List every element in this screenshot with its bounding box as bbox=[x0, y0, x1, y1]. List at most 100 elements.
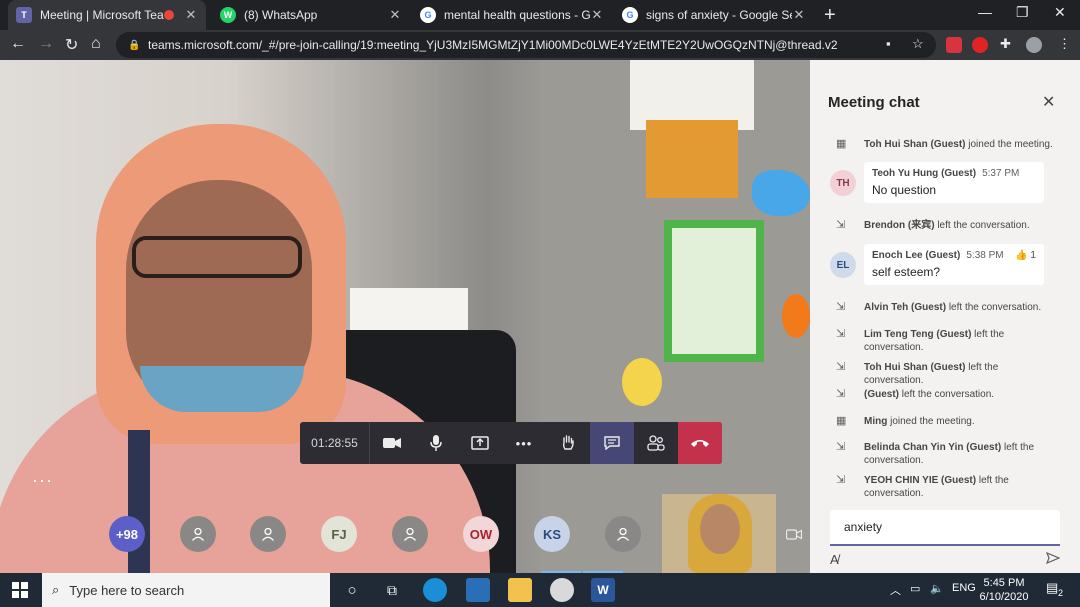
self-video-camera-icon[interactable] bbox=[778, 522, 810, 546]
new-tab-button[interactable]: + bbox=[824, 4, 836, 27]
maximize-icon[interactable]: ❐ bbox=[1016, 4, 1029, 21]
overflow-participants-icon[interactable]: ··· bbox=[32, 470, 53, 491]
browser-tab-strip: T Meeting | Microsoft Teams ✕ W (8) What… bbox=[0, 0, 1080, 30]
chat-close-icon[interactable]: ✕ bbox=[1042, 92, 1055, 112]
chrome-browser-icon[interactable] bbox=[550, 578, 574, 602]
file-explorer-icon[interactable] bbox=[508, 578, 532, 602]
store-icon[interactable] bbox=[466, 578, 490, 602]
participant-avatar[interactable]: FJ bbox=[321, 516, 357, 552]
hang-up-button[interactable] bbox=[678, 422, 722, 464]
google-favicon-icon: G bbox=[622, 7, 638, 23]
browser-menu-icon[interactable]: ⋮ bbox=[1058, 36, 1071, 52]
show-participants-button[interactable] bbox=[634, 422, 678, 464]
participant-initials: KS bbox=[542, 526, 562, 542]
participant-initials: +98 bbox=[115, 526, 139, 542]
cortana-icon[interactable]: ○ bbox=[340, 578, 364, 602]
message-bubble[interactable]: Enoch Lee (Guest) 5:38 PM 👍 1 self esteem? bbox=[864, 244, 1044, 285]
windows-taskbar: ⌕ Type here to search ○ ⧉ W ︿ ▭ 🔈 ENG 5:… bbox=[0, 573, 1080, 607]
chat-system-event: ▦ Ming joined the meeting. bbox=[836, 415, 1058, 428]
tab-signs-of-anxiety[interactable]: G signs of anxiety - Google Search ✕ bbox=[614, 0, 814, 30]
participant-avatar[interactable] bbox=[392, 516, 428, 552]
chat-system-event: ⇲ Lim Teng Teng (Guest) left the conversa… bbox=[836, 328, 1058, 354]
window-close-icon[interactable]: ✕ bbox=[1054, 4, 1066, 21]
address-bar[interactable]: 🔒 teams.microsoft.com/_#/pre-join-callin… bbox=[116, 32, 936, 58]
edge-browser-icon[interactable] bbox=[423, 578, 447, 602]
start-windows-icon[interactable] bbox=[12, 582, 28, 598]
chat-input[interactable] bbox=[830, 510, 1060, 544]
participant-initials: OW bbox=[469, 526, 493, 542]
participant-avatar[interactable]: OW bbox=[463, 516, 499, 552]
chat-message[interactable]: TH Teoh Yu Hung (Guest) 5:37 PM No question bbox=[830, 162, 1044, 203]
camera-toggle-button[interactable] bbox=[370, 422, 414, 464]
task-view-icon[interactable]: ⧉ bbox=[380, 578, 404, 602]
event-text: (Guest) left the conversation. bbox=[864, 388, 1058, 401]
mic-toggle-button[interactable] bbox=[414, 422, 458, 464]
event-person: Toh Hui Shan (Guest) bbox=[864, 362, 966, 373]
participant-avatar[interactable] bbox=[605, 516, 641, 552]
orange-paper-decoration bbox=[782, 294, 810, 338]
tab-close-icon[interactable]: ✕ bbox=[590, 7, 604, 23]
notification-center-icon[interactable]: ▤ bbox=[1046, 580, 1058, 596]
like-reaction[interactable]: 👍 1 bbox=[1015, 250, 1036, 261]
event-person: Brendon (来宾) bbox=[864, 220, 935, 231]
taskbar-search-box[interactable]: ⌕ Type here to search bbox=[42, 573, 330, 607]
participant-avatar[interactable] bbox=[180, 516, 216, 552]
main-video-feed: 01:28:55 ••• ··· +98 FJ OW KS bbox=[0, 60, 810, 573]
tab-mental-health[interactable]: G mental health questions - Googl ✕ bbox=[412, 0, 612, 30]
message-author: Teoh Yu Hung (Guest) bbox=[872, 168, 977, 179]
self-video-preview[interactable] bbox=[662, 494, 776, 573]
event-text: YEOH CHIN YIE (Guest) left the conversat… bbox=[864, 474, 1058, 500]
participant-avatar[interactable]: KS bbox=[534, 516, 570, 552]
message-bubble[interactable]: Teoh Yu Hung (Guest) 5:37 PM No question bbox=[864, 162, 1044, 203]
speaker-glasses bbox=[132, 236, 302, 278]
chat-system-event: ⇲ (Guest) left the conversation. bbox=[836, 388, 1058, 401]
message-avatar[interactable]: EL bbox=[830, 252, 856, 278]
reload-icon[interactable]: ↻ bbox=[65, 35, 78, 55]
raise-hand-button[interactable] bbox=[546, 422, 590, 464]
tab-title: mental health questions - Googl bbox=[444, 8, 590, 22]
chat-message[interactable]: EL Enoch Lee (Guest) 5:38 PM 👍 1 self esteem… bbox=[830, 244, 1044, 285]
chat-compose-box[interactable] bbox=[830, 510, 1060, 546]
bookmark-star-icon[interactable]: ☆ bbox=[912, 36, 924, 52]
event-person: Alvin Teh (Guest) bbox=[864, 302, 947, 313]
more-actions-button[interactable]: ••• bbox=[502, 422, 546, 464]
more-participants-count[interactable]: +98 bbox=[109, 516, 145, 552]
search-placeholder: Type here to search bbox=[69, 582, 185, 598]
send-icon[interactable] bbox=[1045, 551, 1061, 567]
participant-avatar[interactable] bbox=[250, 516, 286, 552]
event-text: Toh Hui Shan (Guest) left the conversati… bbox=[864, 361, 1058, 387]
speaker-lanyard bbox=[128, 430, 150, 573]
chat-system-event: ▦ Toh Hui Shan (Guest) joined the meeting… bbox=[836, 138, 1058, 151]
extensions-puzzle-icon[interactable]: ✚ bbox=[1000, 36, 1011, 52]
language-indicator[interactable]: ENG bbox=[952, 582, 976, 594]
event-person: (Guest) bbox=[864, 389, 899, 400]
camera-blocked-icon[interactable]: ▪ bbox=[886, 36, 891, 51]
tab-close-icon[interactable]: ✕ bbox=[792, 7, 806, 23]
meeting-chat-panel: Meeting chat ✕ ▦ Toh Hui Shan (Guest) joi… bbox=[810, 60, 1080, 573]
message-avatar[interactable]: TH bbox=[830, 170, 856, 196]
profile-avatar-icon[interactable] bbox=[1026, 37, 1042, 53]
battery-icon[interactable]: ▭ bbox=[910, 582, 920, 595]
word-icon[interactable]: W bbox=[591, 578, 615, 602]
forward-arrow-icon[interactable]: → bbox=[38, 35, 54, 53]
minimize-icon[interactable]: — bbox=[978, 4, 992, 20]
event-text: Alvin Teh (Guest) left the conversation. bbox=[864, 301, 1058, 314]
tab-teams[interactable]: T Meeting | Microsoft Teams ✕ bbox=[8, 0, 206, 30]
adblock-extension-icon[interactable] bbox=[972, 37, 988, 53]
teams-favicon-icon: T bbox=[16, 7, 32, 23]
show-chat-button[interactable] bbox=[590, 422, 634, 464]
pocket-extension-icon[interactable] bbox=[946, 37, 962, 53]
whatsapp-favicon-icon: W bbox=[220, 7, 236, 23]
back-arrow-icon[interactable]: ← bbox=[10, 35, 26, 53]
url-text: teams.microsoft.com/_#/pre-join-calling/… bbox=[148, 38, 838, 52]
tab-close-icon[interactable]: ✕ bbox=[184, 7, 198, 23]
person-silhouette-icon bbox=[404, 527, 416, 541]
volume-icon[interactable]: 🔈 bbox=[930, 582, 944, 595]
taskbar-clock[interactable]: 5:45 PM 6/10/2020 bbox=[974, 576, 1034, 604]
format-text-icon[interactable]: A̸ bbox=[830, 552, 839, 567]
home-icon[interactable]: ⌂ bbox=[91, 35, 101, 53]
share-screen-button[interactable] bbox=[458, 422, 502, 464]
tab-close-icon[interactable]: ✕ bbox=[388, 7, 402, 23]
tray-overflow-chevron-icon[interactable]: ︿ bbox=[890, 582, 901, 598]
tab-whatsapp[interactable]: W (8) WhatsApp ✕ bbox=[212, 0, 410, 30]
